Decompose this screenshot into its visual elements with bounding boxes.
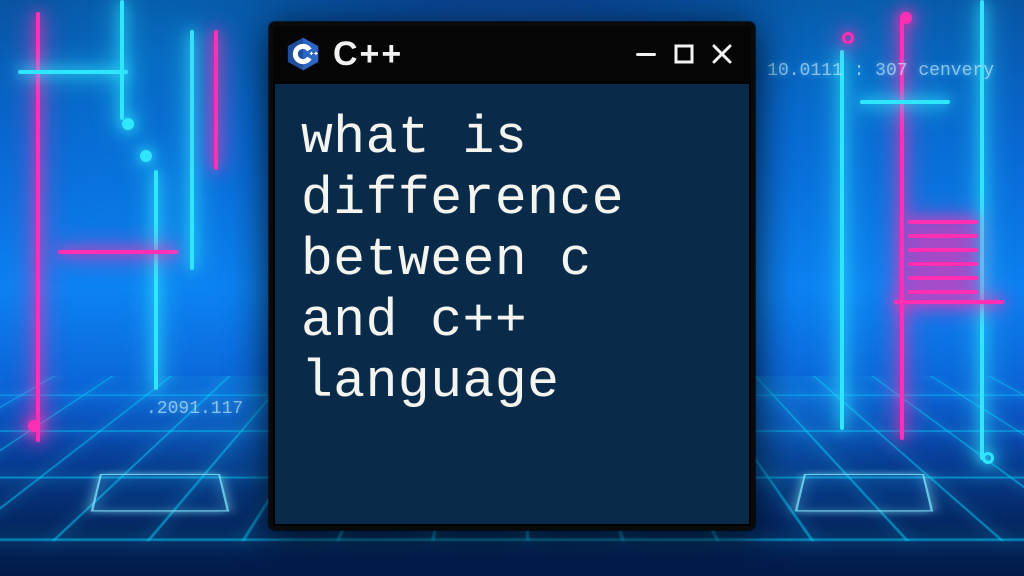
neon-line — [190, 30, 194, 270]
maximize-icon — [674, 44, 694, 64]
neon-node — [900, 12, 912, 24]
window-title: C++ — [333, 37, 619, 71]
neon-line — [860, 100, 950, 104]
neon-line — [58, 250, 178, 254]
neon-line — [120, 0, 124, 120]
minimize-button[interactable] — [631, 39, 661, 69]
neon-line — [214, 30, 218, 170]
background-scene: .2091.117 10.0111 : 307 cenvery C++ — [0, 0, 1024, 576]
neon-node — [982, 452, 994, 464]
bg-label-right: 10.0111 : 307 cenvery — [767, 62, 994, 80]
title-bar[interactable]: C++ — [273, 26, 751, 84]
bg-label-left: .2091.117 — [146, 400, 243, 418]
close-button[interactable] — [707, 39, 737, 69]
terminal-content: what is difference between c and c++ lan… — [273, 84, 751, 437]
maximize-button[interactable] — [669, 39, 699, 69]
neon-line — [36, 12, 40, 442]
floor-pad-right — [795, 474, 933, 511]
neon-line — [900, 20, 904, 440]
cpp-icon — [285, 36, 321, 72]
terminal-window: C++ what is difference betwe — [269, 22, 755, 530]
neon-node — [140, 150, 152, 162]
neon-stripes — [908, 210, 978, 304]
neon-line — [840, 50, 844, 430]
neon-node — [842, 32, 854, 44]
window-controls — [631, 39, 737, 69]
neon-line — [154, 170, 158, 390]
neon-line — [18, 70, 128, 74]
floor-pad-left — [91, 474, 229, 511]
neon-node — [122, 118, 134, 130]
close-icon — [711, 43, 733, 65]
neon-node — [28, 420, 40, 432]
minimize-icon — [636, 53, 656, 56]
